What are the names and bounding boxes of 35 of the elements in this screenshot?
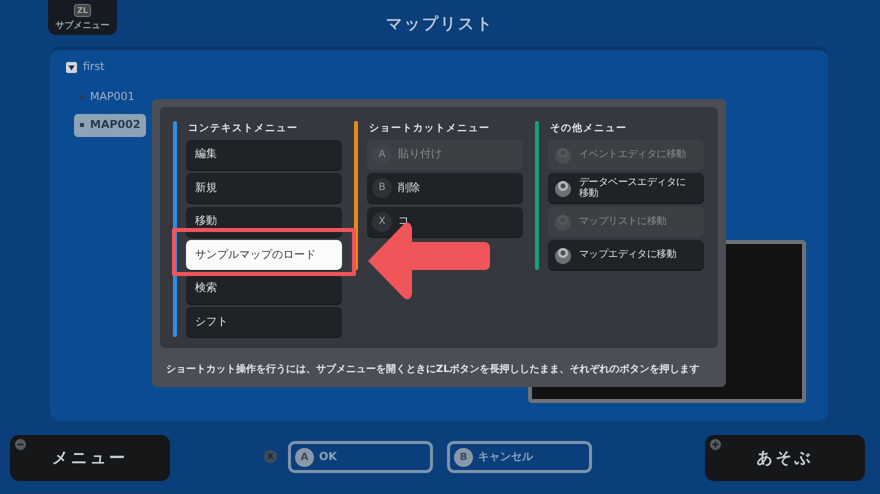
minus-icon [15,439,26,450]
cancel-button[interactable]: B キャンセル [447,441,592,473]
menu-button[interactable]: メニュー [10,435,170,481]
screen-title: マップリスト [386,14,494,33]
menu-item[interactable]: 新規 [186,173,342,203]
submenu-label: サブメニュー [56,20,110,33]
stick-icon [553,245,573,265]
play-button[interactable]: あそぶ [705,435,865,481]
menu-item[interactable]: 編集 [186,140,342,170]
zl-key-icon: ZL [74,4,91,17]
map-bullet-icon [80,123,84,128]
a-key-icon: A [295,448,314,466]
tree-item[interactable]: first [60,56,110,79]
stick-icon [553,178,573,198]
key-icon: A [372,144,392,164]
menu-item[interactable]: マップエディタに移動 [548,240,704,270]
key-icon: B [372,178,392,198]
section-title: コンテキストメニュー [188,122,299,136]
plus-icon [710,439,721,450]
menu-item[interactable]: B 削除 [367,173,523,203]
map-bullet-icon [80,95,84,99]
menu-item[interactable]: データベースエディタに移動 [548,173,704,203]
b-key-icon: B [454,448,473,466]
shortcut-hint: ショートカット操作を行うには、サブメニューを開くときにZLボタンを長押ししたまま、それぞれのボタンを押します [166,364,700,375]
ok-button[interactable]: A OK [288,441,433,473]
tree-item[interactable]: MAP002 [74,114,146,136]
menu-item[interactable]: 検索 [186,274,342,304]
key-icon: X [372,212,392,232]
section-title: その他メニュー [550,122,628,136]
section-title: ショートカットメニュー [369,122,491,136]
tree-item[interactable]: MAP001 [74,86,141,108]
submenu-button[interactable]: ZL サブメニュー [48,0,117,35]
menu-item[interactable]: サンプルマップのロード [186,240,342,270]
menu-item[interactable]: シフト [186,307,342,337]
collapse-icon[interactable] [66,62,77,73]
